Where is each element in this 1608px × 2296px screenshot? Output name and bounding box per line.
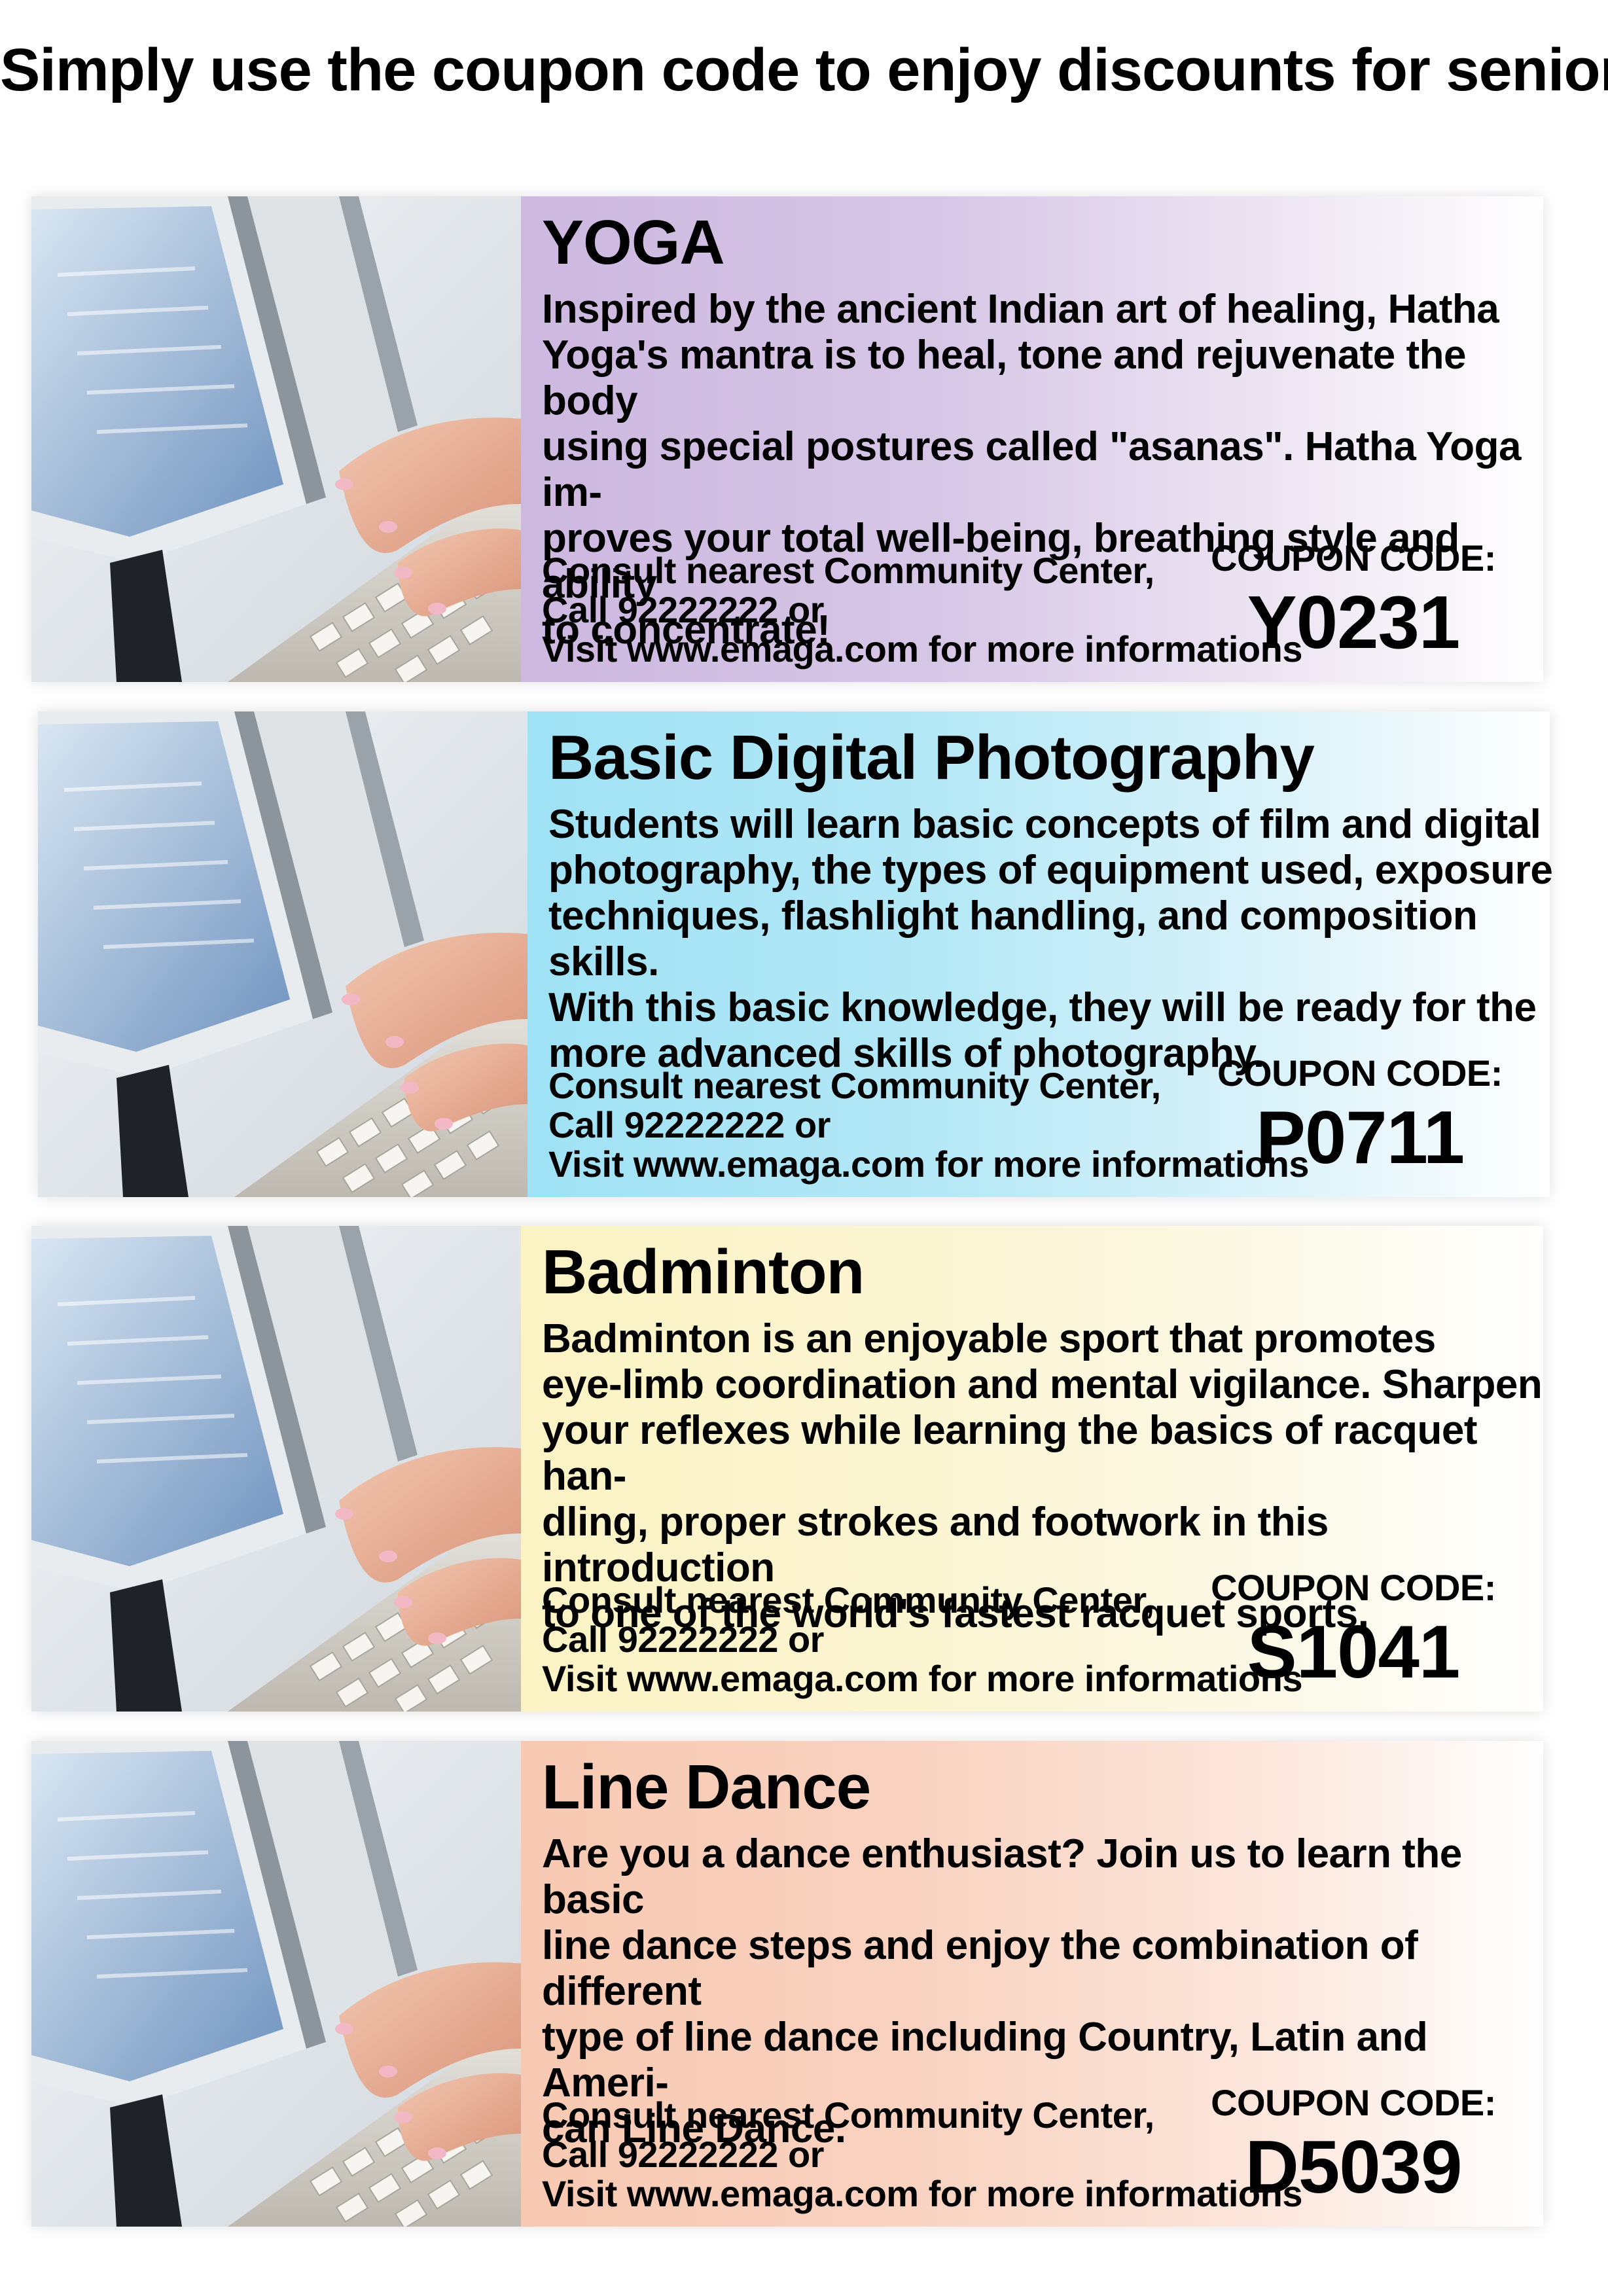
coupon-code: Y0231 bbox=[1247, 581, 1461, 664]
course-photo bbox=[31, 1226, 521, 1712]
coupon-label: COUPON CODE: bbox=[1217, 1052, 1503, 1094]
course-card-yoga: YOGA Inspired by the ancient Indian art … bbox=[31, 196, 1543, 682]
course-photo bbox=[31, 196, 521, 682]
coupon-code: D5039 bbox=[1245, 2126, 1463, 2209]
contact-info: Consult nearest Community Center, Call 9… bbox=[548, 1065, 1309, 1185]
course-card-badminton: Badminton Badminton is an enjoyable spor… bbox=[31, 1226, 1543, 1712]
course-title: YOGA bbox=[542, 207, 725, 278]
coupon-label: COUPON CODE: bbox=[1211, 2082, 1496, 2123]
coupon-label: COUPON CODE: bbox=[1211, 1567, 1496, 1608]
coupon-code: S1041 bbox=[1247, 1611, 1461, 1694]
course-title: Basic Digital Photography bbox=[548, 723, 1315, 793]
course-photo bbox=[31, 1741, 521, 2227]
contact-info: Consult nearest Community Center, Call 9… bbox=[542, 550, 1302, 670]
contact-info: Consult nearest Community Center, Call 9… bbox=[542, 2094, 1302, 2214]
coupon-label: COUPON CODE: bbox=[1211, 537, 1496, 579]
contact-info: Consult nearest Community Center, Call 9… bbox=[542, 1579, 1302, 1699]
course-photo bbox=[38, 711, 527, 1197]
course-card-line-dance: Line Dance Are you a dance enthusiast? J… bbox=[31, 1741, 1543, 2227]
page-title: Simply use the coupon code to enjoy disc… bbox=[0, 37, 1608, 103]
course-description: Students will learn basic concepts of fi… bbox=[548, 802, 1553, 1076]
coupon-code: P0711 bbox=[1255, 1096, 1465, 1179]
course-title: Line Dance bbox=[542, 1752, 871, 1822]
course-title: Badminton bbox=[542, 1237, 865, 1307]
course-card-photography: Basic Digital Photography Students will … bbox=[38, 711, 1553, 1197]
